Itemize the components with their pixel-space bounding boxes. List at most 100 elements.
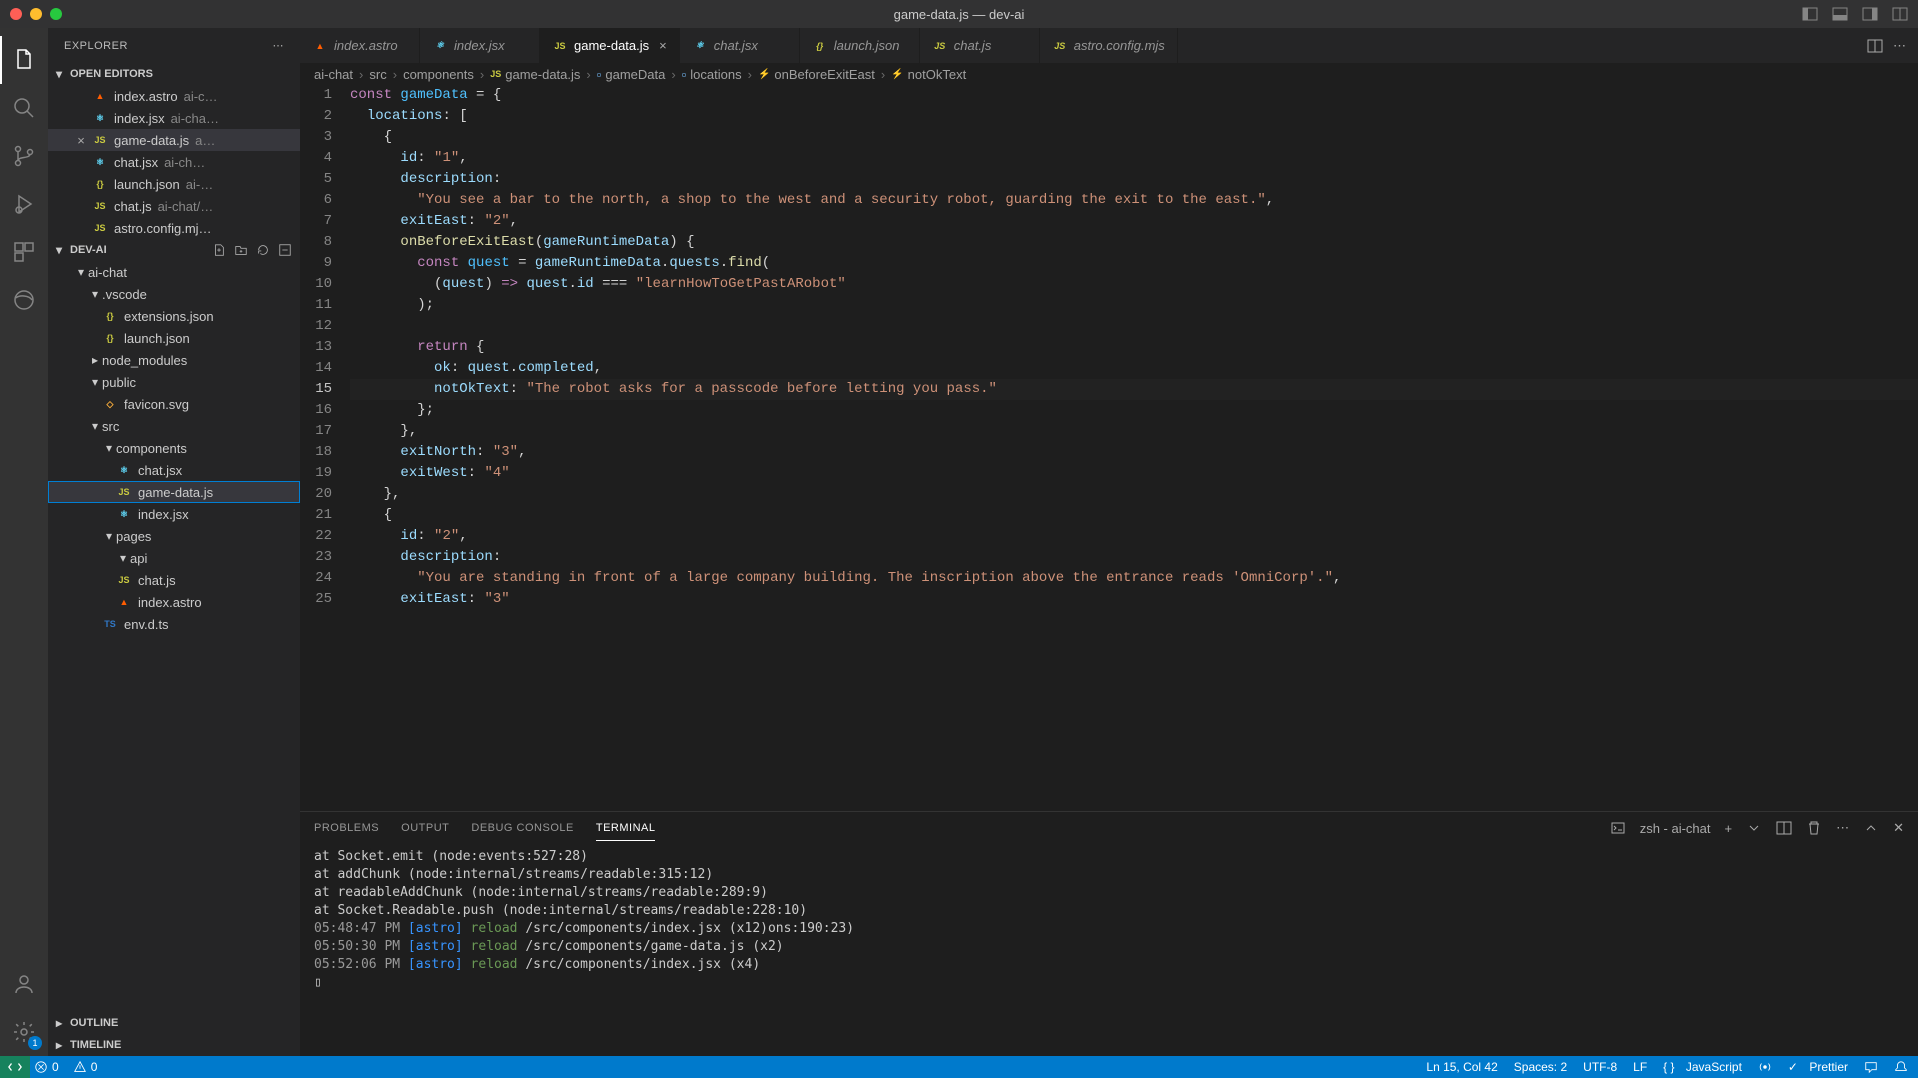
status-spaces[interactable]: Spaces: 2 (1514, 1060, 1567, 1074)
open-editor-item[interactable]: ⚛chat.jsxai-ch… (48, 151, 300, 173)
code-line[interactable]: "You are standing in front of a large co… (350, 568, 1918, 589)
minimize-window[interactable] (30, 8, 42, 20)
status-bell[interactable] (1894, 1060, 1908, 1074)
more-icon[interactable]: ⋯ (1836, 820, 1849, 836)
activity-debug[interactable] (0, 180, 48, 228)
folder-item[interactable]: ▾pages (48, 525, 300, 547)
file-item[interactable]: ⚛index.jsx (48, 503, 300, 525)
breadcrumbs[interactable]: ai-chat›src›components›JSgame-data.js›▫g… (300, 63, 1918, 85)
code-content[interactable]: const gameData = { locations: [ { id: "1… (350, 85, 1918, 811)
code-editor[interactable]: 1234567891011121314151617181920212223242… (300, 85, 1918, 811)
file-item[interactable]: ▲index.astro (48, 591, 300, 613)
code-line[interactable]: (quest) => quest.id === "learnHowToGetPa… (350, 274, 1918, 295)
activity-scm[interactable] (0, 132, 48, 180)
status-warnings[interactable]: 0 (73, 1060, 98, 1074)
open-editor-item[interactable]: JSastro.config.mj… (48, 217, 300, 239)
open-editor-item[interactable]: {}launch.jsonai-… (48, 173, 300, 195)
code-line[interactable]: { (350, 505, 1918, 526)
file-item[interactable]: JSchat.js (48, 569, 300, 591)
layout-icon[interactable] (1892, 6, 1908, 22)
file-item[interactable]: ◇favicon.svg (48, 393, 300, 415)
panel-tab-debug[interactable]: DEBUG CONSOLE (471, 816, 573, 840)
open-editors-header[interactable]: ▾ OPEN EDITORS (48, 63, 300, 85)
code-line[interactable]: const gameData = { (350, 85, 1918, 106)
status-feedback[interactable] (1864, 1060, 1878, 1074)
new-folder-icon[interactable] (234, 243, 248, 257)
code-line[interactable]: }, (350, 421, 1918, 442)
code-line[interactable]: notOkText: "The robot asks for a passcod… (350, 379, 1918, 400)
maximize-window[interactable] (50, 8, 62, 20)
activity-edge[interactable] (0, 276, 48, 324)
code-line[interactable] (350, 316, 1918, 337)
editor-tab[interactable]: JSastro.config.mjs (1040, 28, 1178, 63)
editor-tab[interactable]: JSgame-data.js× (540, 28, 680, 63)
code-line[interactable]: ); (350, 295, 1918, 316)
terminal-output[interactable]: at Socket.emit (node:events:527:28) at a… (300, 844, 1918, 1056)
code-line[interactable]: ok: quest.completed, (350, 358, 1918, 379)
close-icon[interactable]: × (659, 38, 667, 53)
panel-tab-terminal[interactable]: TERMINAL (596, 816, 656, 841)
open-editor-item[interactable]: ⚛index.jsxai-cha… (48, 107, 300, 129)
status-prettier[interactable]: ✓ Prettier (1788, 1060, 1848, 1074)
code-line[interactable]: const quest = gameRuntimeData.quests.fin… (350, 253, 1918, 274)
status-encoding[interactable]: UTF-8 (1583, 1060, 1617, 1074)
split-icon[interactable] (1867, 38, 1883, 54)
add-terminal[interactable]: + (1725, 821, 1733, 836)
code-line[interactable]: { (350, 127, 1918, 148)
folder-item[interactable]: ▾public (48, 371, 300, 393)
trash-icon[interactable] (1806, 820, 1822, 836)
close-window[interactable] (10, 8, 22, 20)
editor-tab[interactable]: ▲index.astro (300, 28, 420, 63)
panel-right-icon[interactable] (1862, 6, 1878, 22)
folder-item[interactable]: ▸node_modules (48, 349, 300, 371)
close-icon[interactable]: ✕ (1893, 820, 1904, 836)
folder-item[interactable]: ▾api (48, 547, 300, 569)
breadcrumb-item[interactable]: ⚡notOkText (891, 67, 966, 82)
breadcrumb-item[interactable]: ▫locations (682, 67, 742, 82)
file-item[interactable]: {}extensions.json (48, 305, 300, 327)
breadcrumb-item[interactable]: ai-chat (314, 67, 353, 82)
code-line[interactable]: "You see a bar to the north, a shop to t… (350, 190, 1918, 211)
more-icon[interactable]: ⋯ (1893, 38, 1906, 54)
remote-indicator[interactable] (0, 1056, 30, 1078)
code-line[interactable]: onBeforeExitEast(gameRuntimeData) { (350, 232, 1918, 253)
activity-extensions[interactable] (0, 228, 48, 276)
code-line[interactable]: locations: [ (350, 106, 1918, 127)
folder-item[interactable]: ▾.vscode (48, 283, 300, 305)
breadcrumb-item[interactable]: components (403, 67, 474, 82)
file-item[interactable]: TSenv.d.ts (48, 613, 300, 635)
folder-item[interactable]: ▾ai-chat (48, 261, 300, 283)
panel-tab-output[interactable]: OUTPUT (401, 816, 449, 840)
editor-tab[interactable]: JSchat.js (920, 28, 1040, 63)
code-line[interactable]: }; (350, 400, 1918, 421)
panel-bottom-icon[interactable] (1832, 6, 1848, 22)
open-editor-item[interactable]: ▲index.astroai-c… (48, 85, 300, 107)
panel-left-icon[interactable] (1802, 6, 1818, 22)
code-line[interactable]: return { (350, 337, 1918, 358)
editor-tab[interactable]: {}launch.json (800, 28, 920, 63)
new-file-icon[interactable] (212, 243, 226, 257)
code-line[interactable]: exitNorth: "3", (350, 442, 1918, 463)
folder-item[interactable]: ▾src (48, 415, 300, 437)
code-line[interactable]: exitWest: "4" (350, 463, 1918, 484)
editor-tab[interactable]: ⚛chat.jsx (680, 28, 800, 63)
status-golive[interactable] (1758, 1060, 1772, 1074)
breadcrumb-item[interactable]: JSgame-data.js (490, 67, 580, 82)
split-terminal-icon[interactable] (1776, 820, 1792, 836)
activity-account[interactable] (0, 960, 48, 1008)
file-item[interactable]: {}launch.json (48, 327, 300, 349)
breadcrumb-item[interactable]: ⚡onBeforeExitEast (758, 67, 875, 82)
status-eol[interactable]: LF (1633, 1060, 1647, 1074)
refresh-icon[interactable] (256, 243, 270, 257)
activity-search[interactable] (0, 84, 48, 132)
activity-settings[interactable]: 1 (0, 1008, 48, 1056)
close-icon[interactable]: × (74, 133, 88, 148)
more-icon[interactable]: ⋯ (273, 39, 285, 52)
chevron-down-icon[interactable] (1746, 820, 1762, 836)
code-line[interactable]: exitEast: "2", (350, 211, 1918, 232)
breadcrumb-item[interactable]: ▫gameData (597, 67, 666, 82)
terminal-profile-icon[interactable] (1610, 820, 1626, 836)
terminal-label[interactable]: zsh - ai-chat (1640, 821, 1711, 836)
folder-item[interactable]: ▾components (48, 437, 300, 459)
status-lang[interactable]: { } JavaScript (1663, 1060, 1742, 1074)
